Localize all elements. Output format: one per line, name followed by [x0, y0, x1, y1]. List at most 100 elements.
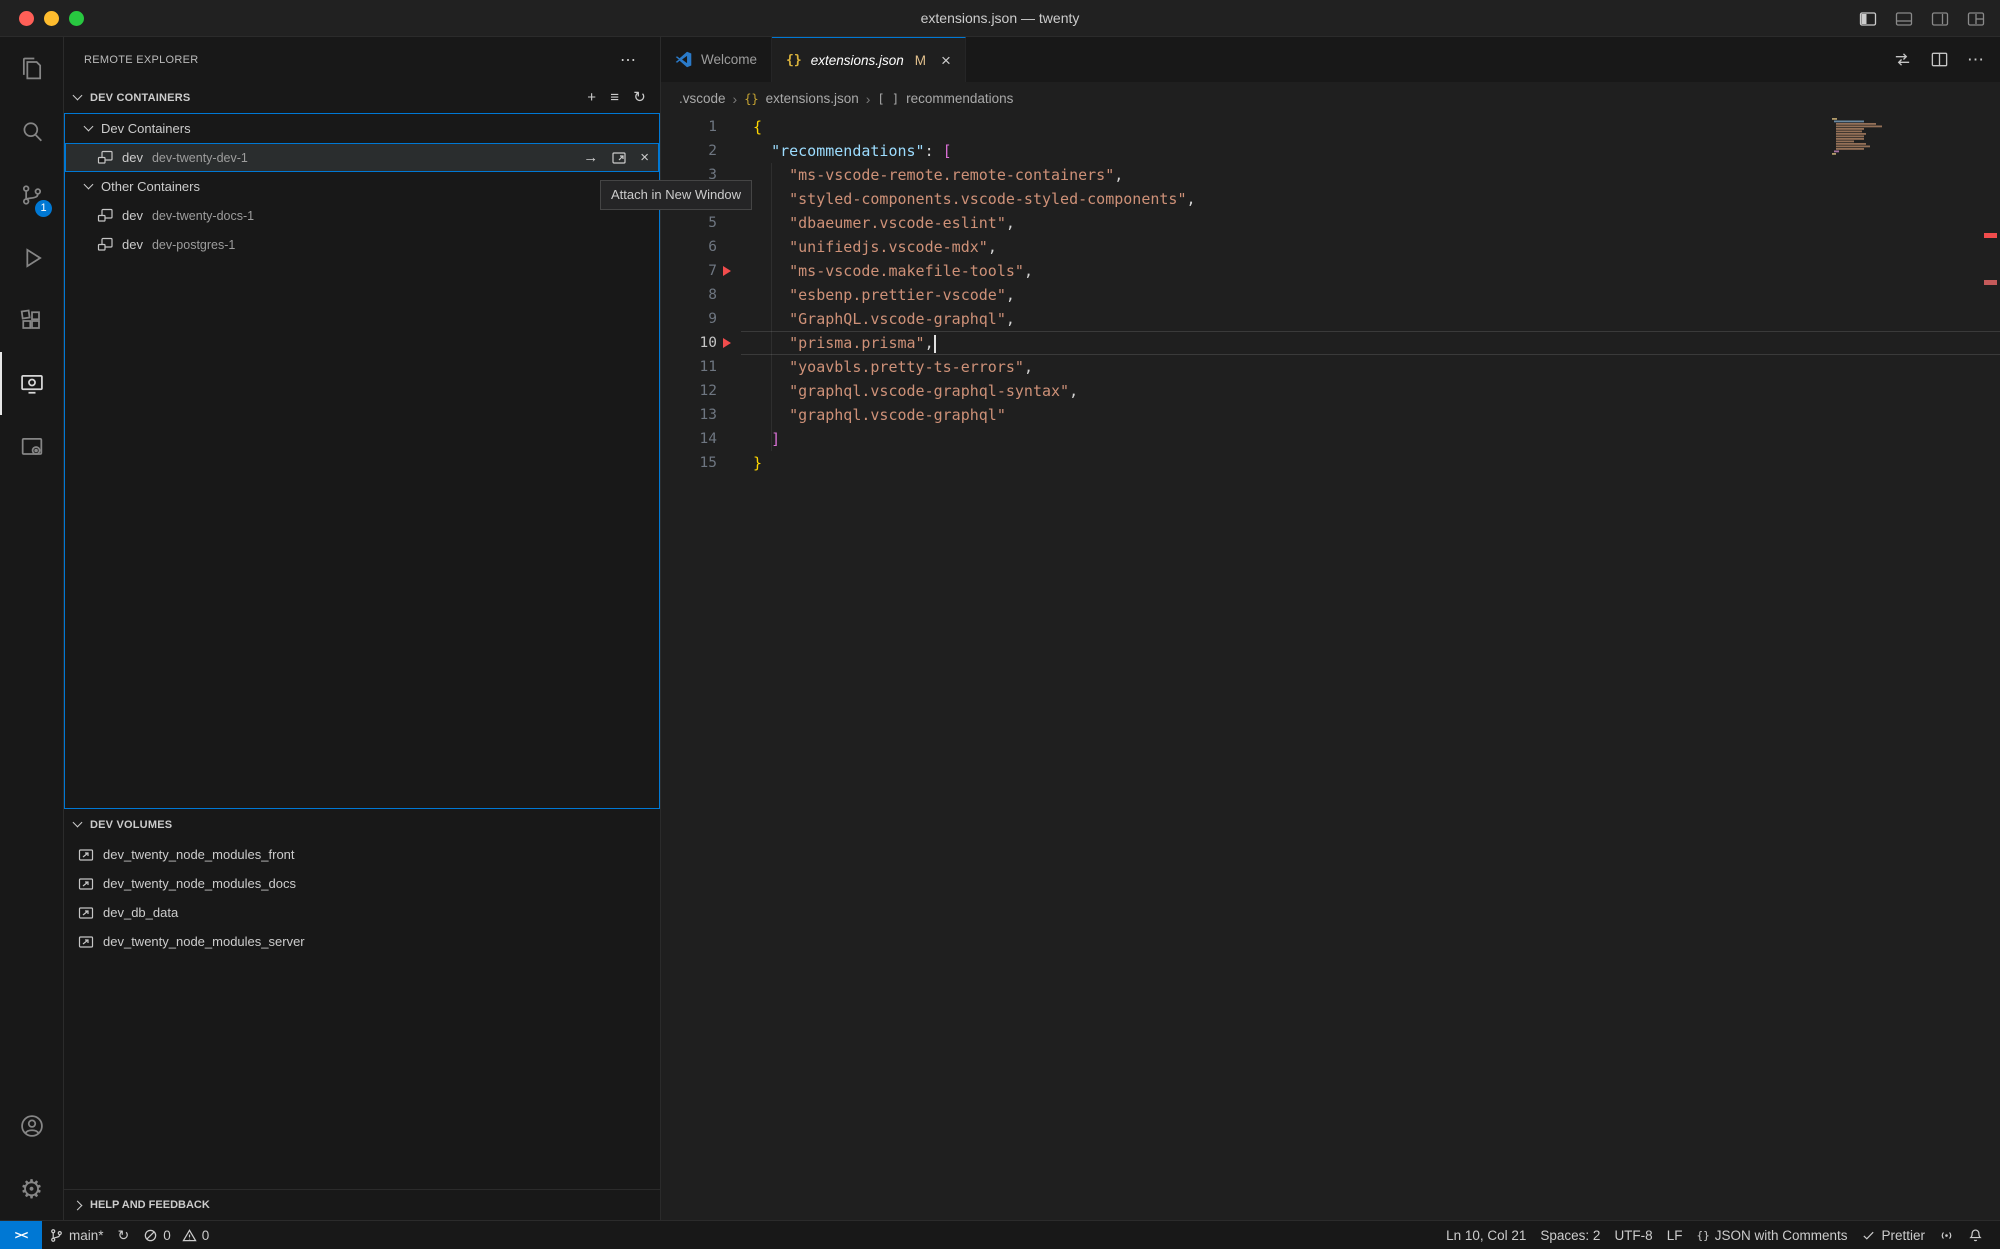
gutter-line[interactable]: 14 — [661, 427, 741, 451]
code-line[interactable]: "unifiedjs.vscode-mdx", — [753, 235, 2000, 259]
code-line[interactable]: "GraphQL.vscode-graphql", — [753, 307, 2000, 331]
volume-icon — [78, 847, 94, 863]
dev-containers-icon[interactable] — [0, 415, 63, 478]
toggle-secondary-sidebar-icon[interactable] — [1930, 9, 1950, 29]
remote-explorer-icon[interactable] — [0, 352, 63, 415]
gutter-line[interactable]: 11 — [661, 355, 741, 379]
red-marker-icon — [723, 338, 731, 348]
open-changes-icon[interactable] — [1893, 50, 1912, 69]
code-line[interactable]: "prisma.prisma", — [753, 331, 2000, 355]
gutter-line[interactable]: 2 — [661, 139, 741, 163]
window-title: extensions.json — twenty — [0, 0, 2000, 37]
explorer-icon[interactable] — [0, 37, 63, 100]
code-line[interactable]: { — [753, 115, 2000, 139]
code-line[interactable]: "graphql.vscode-graphql-syntax", — [753, 379, 2000, 403]
warnings-icon — [182, 1228, 197, 1243]
extensions-icon[interactable] — [0, 289, 63, 352]
settings-gear-icon[interactable]: ⚙ — [0, 1157, 63, 1220]
gutter-line[interactable]: 15 — [661, 451, 741, 475]
breadcrumb-folder[interactable]: .vscode — [679, 91, 726, 106]
volume-item[interactable]: dev_twenty_node_modules_server — [64, 927, 660, 956]
tree-item-dev-twenty-dev-1[interactable]: dev dev-twenty-dev-1 → × — [65, 143, 659, 172]
toggle-panel-icon[interactable] — [1894, 9, 1914, 29]
search-icon[interactable] — [0, 100, 63, 163]
gutter-line[interactable]: 13 — [661, 403, 741, 427]
code-editor[interactable]: 123456789101112131415 { "recommendations… — [661, 115, 2000, 1220]
run-debug-icon[interactable] — [0, 226, 63, 289]
close-tab-icon[interactable]: × — [941, 52, 951, 69]
gutter-line[interactable]: 7 — [661, 259, 741, 283]
gutter-line[interactable]: 9 — [661, 307, 741, 331]
stop-container-icon[interactable]: × — [640, 150, 649, 165]
code-line[interactable]: "ms-vscode.makefile-tools", — [753, 259, 2000, 283]
code-line[interactable]: "styled-components.vscode-styled-compone… — [753, 187, 2000, 211]
gutter-line[interactable]: 10 — [661, 331, 741, 355]
toggle-primary-sidebar-icon[interactable] — [1858, 9, 1878, 29]
formatter-item[interactable]: Prettier — [1854, 1221, 1932, 1249]
gutter-line[interactable]: 12 — [661, 379, 741, 403]
editor-group: Welcome {} extensions.json M × ⋯ — [661, 37, 2000, 1220]
problems-item[interactable]: 0 0 — [136, 1221, 216, 1249]
breadcrumb: .vscode › {} extensions.json › [ ] recom… — [661, 82, 2000, 115]
remote-indicator[interactable]: >< — [0, 1221, 42, 1249]
sidebar-title: REMOTE EXPLORER — [84, 54, 199, 66]
language-mode-item[interactable]: {} JSON with Comments — [1689, 1221, 1854, 1249]
tab-welcome[interactable]: Welcome — [661, 37, 772, 82]
gutter-line[interactable]: 1 — [661, 115, 741, 139]
code-line[interactable]: "esbenp.prettier-vscode", — [753, 283, 2000, 307]
split-editor-icon[interactable] — [1930, 50, 1949, 69]
code-line[interactable]: } — [753, 451, 2000, 475]
attach-new-window-icon[interactable] — [611, 150, 627, 166]
eol-item[interactable]: LF — [1660, 1221, 1690, 1249]
sync-changes-item[interactable]: ↻ — [111, 1221, 137, 1249]
more-actions-icon[interactable]: ⋯ — [620, 50, 636, 70]
refresh-icon[interactable]: ↻ — [633, 90, 646, 105]
notifications-item[interactable] — [1961, 1221, 1990, 1249]
attach-to-container-icon[interactable]: → — [583, 150, 598, 165]
chevron-down-icon — [84, 122, 94, 132]
volume-item[interactable]: dev_db_data — [64, 898, 660, 927]
git-branch-item[interactable]: main* — [42, 1221, 111, 1249]
encoding-item[interactable]: UTF-8 — [1607, 1221, 1659, 1249]
help-feedback-section-header[interactable]: HELP AND FEEDBACK — [64, 1189, 660, 1220]
cursor-position-item[interactable]: Ln 10, Col 21 — [1439, 1221, 1533, 1249]
braces-icon: {} — [1696, 1230, 1709, 1241]
code-line[interactable]: "recommendations": [ — [753, 139, 2000, 163]
code-line[interactable]: "dbaeumer.vscode-eslint", — [753, 211, 2000, 235]
dev-containers-tree: Dev Containers dev dev-twenty-dev-1 → — [64, 113, 660, 809]
show-details-icon[interactable]: ≡ — [610, 90, 619, 105]
gutter-line[interactable]: 5 — [661, 211, 741, 235]
tree-item-dev-postgres-1[interactable]: dev dev-postgres-1 — [65, 230, 659, 259]
gutter-line[interactable]: 6 — [661, 235, 741, 259]
chevron-right-icon — [73, 1200, 83, 1210]
tree-item-dev-twenty-docs-1[interactable]: dev dev-twenty-docs-1 — [65, 201, 659, 230]
dev-volumes-section-header[interactable]: DEV VOLUMES — [64, 809, 660, 840]
indentation-item[interactable]: Spaces: 2 — [1533, 1221, 1607, 1249]
code-line[interactable]: "graphql.vscode-graphql" — [753, 403, 2000, 427]
tooltip: Attach in New Window — [600, 180, 752, 210]
breadcrumb-symbol[interactable]: recommendations — [906, 91, 1013, 106]
json-file-icon: {} — [744, 92, 758, 106]
volume-item[interactable]: dev_twenty_node_modules_front — [64, 840, 660, 869]
code-line[interactable]: ] — [753, 427, 2000, 451]
code-line[interactable]: "ms-vscode-remote.remote-containers", — [753, 163, 2000, 187]
chevron-down-icon — [84, 180, 94, 190]
breadcrumb-file[interactable]: extensions.json — [766, 91, 859, 106]
more-actions-icon[interactable]: ⋯ — [1967, 51, 1984, 68]
code-line[interactable]: "yoavbls.pretty-ts-errors", — [753, 355, 2000, 379]
tree-group-other-containers[interactable]: Other Containers — [65, 172, 659, 201]
minimap[interactable] — [1830, 117, 1888, 157]
new-dev-container-icon[interactable]: + — [587, 90, 596, 105]
gutter-line[interactable]: 8 — [661, 283, 741, 307]
tree-group-dev-containers[interactable]: Dev Containers — [65, 114, 659, 143]
tab-extensions-json[interactable]: {} extensions.json M × — [772, 37, 966, 82]
volume-item[interactable]: dev_twenty_node_modules_docs — [64, 869, 660, 898]
source-control-icon[interactable]: 1 — [0, 163, 63, 226]
accounts-icon[interactable] — [0, 1094, 63, 1157]
broadcast-item[interactable] — [1932, 1221, 1961, 1249]
sync-icon: ↻ — [118, 1228, 130, 1242]
customize-layout-icon[interactable] — [1966, 9, 1986, 29]
gutter: 123456789101112131415 — [661, 115, 741, 475]
dev-containers-section-header[interactable]: DEV CONTAINERS + ≡ ↻ — [64, 82, 660, 113]
remote-icon: >< — [15, 1228, 27, 1242]
